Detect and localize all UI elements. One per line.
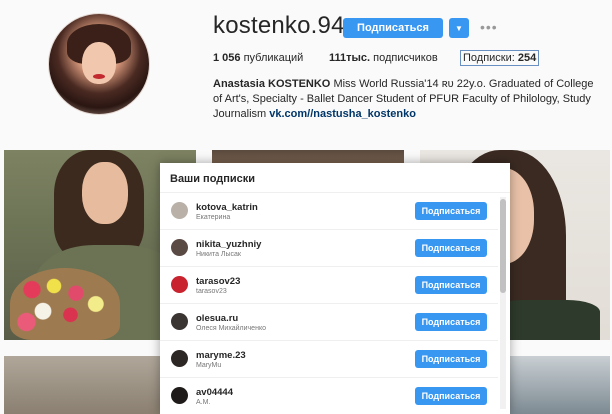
profile-username: kostenko.94 (213, 12, 345, 39)
following-row: nikita_yuzhniy Никита Лысак Подписаться (160, 230, 498, 267)
user-avatar[interactable] (171, 239, 188, 256)
row-follow-button[interactable]: Подписаться (415, 239, 487, 257)
avatar-lips (93, 74, 105, 79)
chevron-down-icon: ▼ (455, 23, 463, 33)
row-fullname: Екатерина (196, 214, 231, 221)
row-username[interactable]: maryme.23 (196, 350, 246, 361)
user-avatar[interactable] (171, 350, 188, 367)
user-avatar[interactable] (171, 387, 188, 404)
row-fullname: tarasov23 (196, 288, 227, 295)
user-avatar[interactable] (171, 276, 188, 293)
row-username[interactable]: olesua.ru (196, 313, 238, 324)
following-label: Подписки: (463, 52, 515, 64)
profile-avatar (49, 14, 149, 114)
row-follow-button[interactable]: Подписаться (415, 387, 487, 405)
row-username[interactable]: kotova_katrin (196, 202, 258, 213)
bio-link[interactable]: vk.com//nastusha_kostenko (269, 108, 416, 120)
row-follow-button[interactable]: Подписаться (415, 202, 487, 220)
row-fullname: Олеся Михайличенко (196, 325, 266, 332)
row-username[interactable]: tarasov23 (196, 276, 240, 287)
row-fullname: MaryMu (196, 362, 222, 369)
posts-label: публикаций (243, 52, 304, 64)
following-row: maryme.23 MaryMu Подписаться (160, 341, 498, 378)
profile-bio: Anastasia KOSTENKO Miss World Russia'14 … (213, 77, 598, 122)
posts-stat: 1 056 публикаций (213, 52, 303, 64)
photo-bouquet (10, 268, 120, 340)
following-row: kotova_katrin Екатерина Подписаться (160, 193, 498, 230)
followers-count: 111тыс. (329, 52, 371, 64)
following-stat[interactable]: Подписки: 254 (460, 50, 540, 66)
user-avatar[interactable] (171, 313, 188, 330)
modal-scrollbar[interactable] (500, 197, 506, 409)
following-row: av04444 A.M. Подписаться (160, 378, 498, 414)
bio-name: Anastasia KOSTENKO (213, 78, 331, 90)
modal-title: Ваши подписки (160, 163, 510, 193)
following-modal: Ваши подписки kotova_katrin Екатерина Подп… (160, 163, 510, 414)
row-fullname: Никита Лысак (196, 251, 241, 258)
user-avatar[interactable] (171, 202, 188, 219)
row-follow-button[interactable]: Подписаться (415, 313, 487, 331)
suggestions-dropdown-button[interactable]: ▼ (449, 18, 469, 38)
follow-button[interactable]: Подписаться (343, 18, 443, 38)
following-row: tarasov23 tarasov23 Подписаться (160, 267, 498, 304)
row-follow-button[interactable]: Подписаться (415, 350, 487, 368)
row-username[interactable]: nikita_yuzhniy (196, 239, 261, 250)
more-options-icon[interactable]: ••• (480, 20, 498, 34)
followers-label: подписчиков (373, 52, 438, 64)
row-follow-button[interactable]: Подписаться (415, 276, 487, 294)
following-row: olesua.ru Олеся Михайличенко Подписаться (160, 304, 498, 341)
following-count: 254 (517, 52, 537, 64)
following-list: kotova_katrin Екатерина Подписаться nikita_… (160, 193, 498, 414)
followers-stat[interactable]: 111тыс. подписчиков (329, 52, 438, 64)
row-fullname: A.M. (196, 399, 211, 406)
photo-face (82, 162, 128, 224)
posts-count: 1 056 (213, 52, 241, 64)
row-username[interactable]: av04444 (196, 387, 233, 398)
scrollbar-thumb[interactable] (500, 199, 506, 293)
